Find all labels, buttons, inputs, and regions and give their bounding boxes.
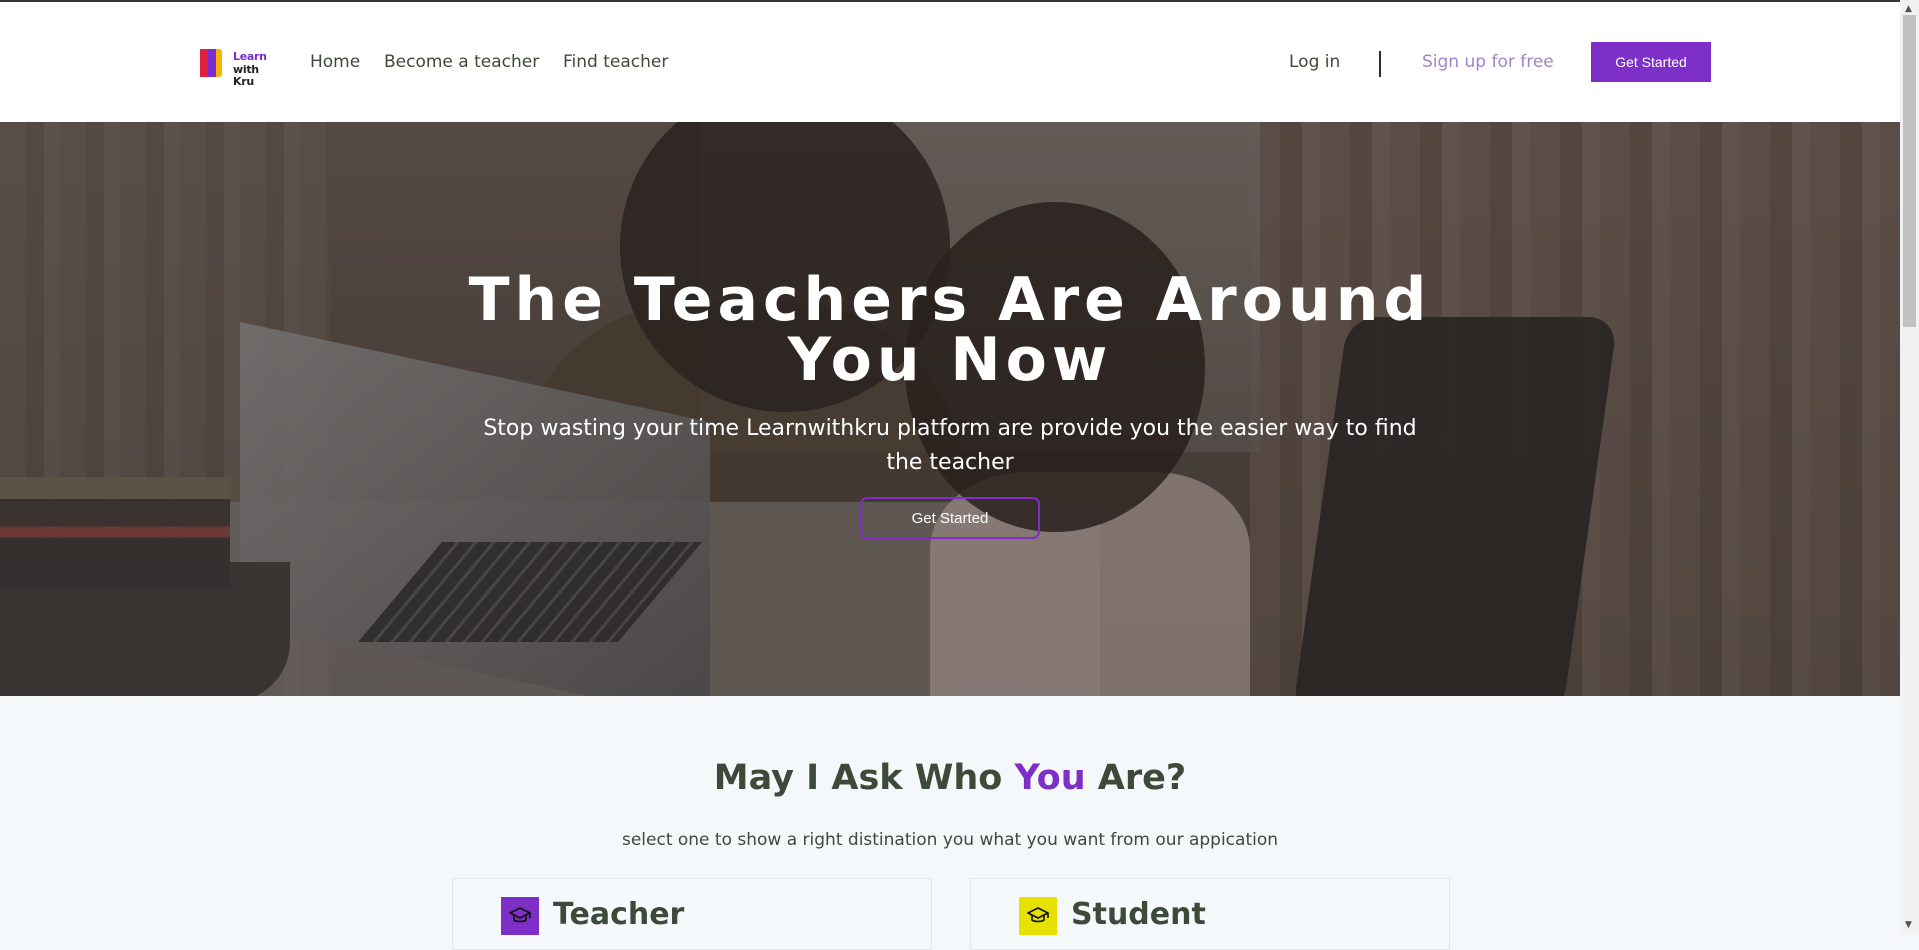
nav-find-teacher-link[interactable]: Find teacher: [563, 52, 668, 72]
logo-bar-yellow: [216, 49, 222, 77]
page-scrollbar[interactable]: ▲ ▼: [1900, 0, 1919, 935]
section-title-start: May I Ask Who: [713, 758, 1015, 798]
section-title-end: Are?: [1085, 758, 1187, 798]
nav-divider: [1379, 51, 1381, 77]
logo-bar-purple: [208, 49, 216, 77]
hero-subtitle: Stop wasting your time Learnwithkru plat…: [483, 416, 1417, 475]
signup-link[interactable]: Sign up for free: [1422, 52, 1554, 72]
student-card-label: Student: [1071, 897, 1206, 932]
logo-text-line1: Learn: [233, 50, 267, 63]
student-card[interactable]: Student: [970, 878, 1450, 950]
graduation-cap-icon: [501, 897, 539, 935]
logo-text-line2: with Kru: [233, 63, 259, 88]
nav-home-link[interactable]: Home: [310, 52, 360, 72]
graduation-cap-icon: [1019, 897, 1057, 935]
logo[interactable]: Learn with Kru: [200, 49, 282, 88]
login-link[interactable]: Log in: [1289, 52, 1340, 72]
get-started-hero-button[interactable]: Get Started: [860, 497, 1040, 539]
teacher-card[interactable]: Teacher: [452, 878, 932, 950]
teacher-card-label: Teacher: [553, 897, 685, 932]
navbar: Learn with Kru Home Become a teacher Fin…: [0, 2, 1900, 122]
nav-become-teacher-link[interactable]: Become a teacher: [384, 52, 539, 72]
section-subtitle: select one to show a right distination y…: [621, 830, 1279, 850]
scrollbar-thumb[interactable]: [1903, 15, 1916, 327]
section-title-highlight: You: [1014, 758, 1086, 798]
hero-title: The Teachers Are Around You Now: [468, 265, 1432, 395]
section-title: May I Ask Who You Are?: [0, 758, 1900, 798]
hero-banner: The Teachers Are Around You Now Stop was…: [0, 122, 1900, 696]
scroll-down-arrow-icon[interactable]: ▼: [1905, 920, 1912, 930]
get-started-nav-button[interactable]: Get Started: [1591, 42, 1711, 82]
scroll-up-arrow-icon[interactable]: ▲: [1905, 4, 1912, 14]
